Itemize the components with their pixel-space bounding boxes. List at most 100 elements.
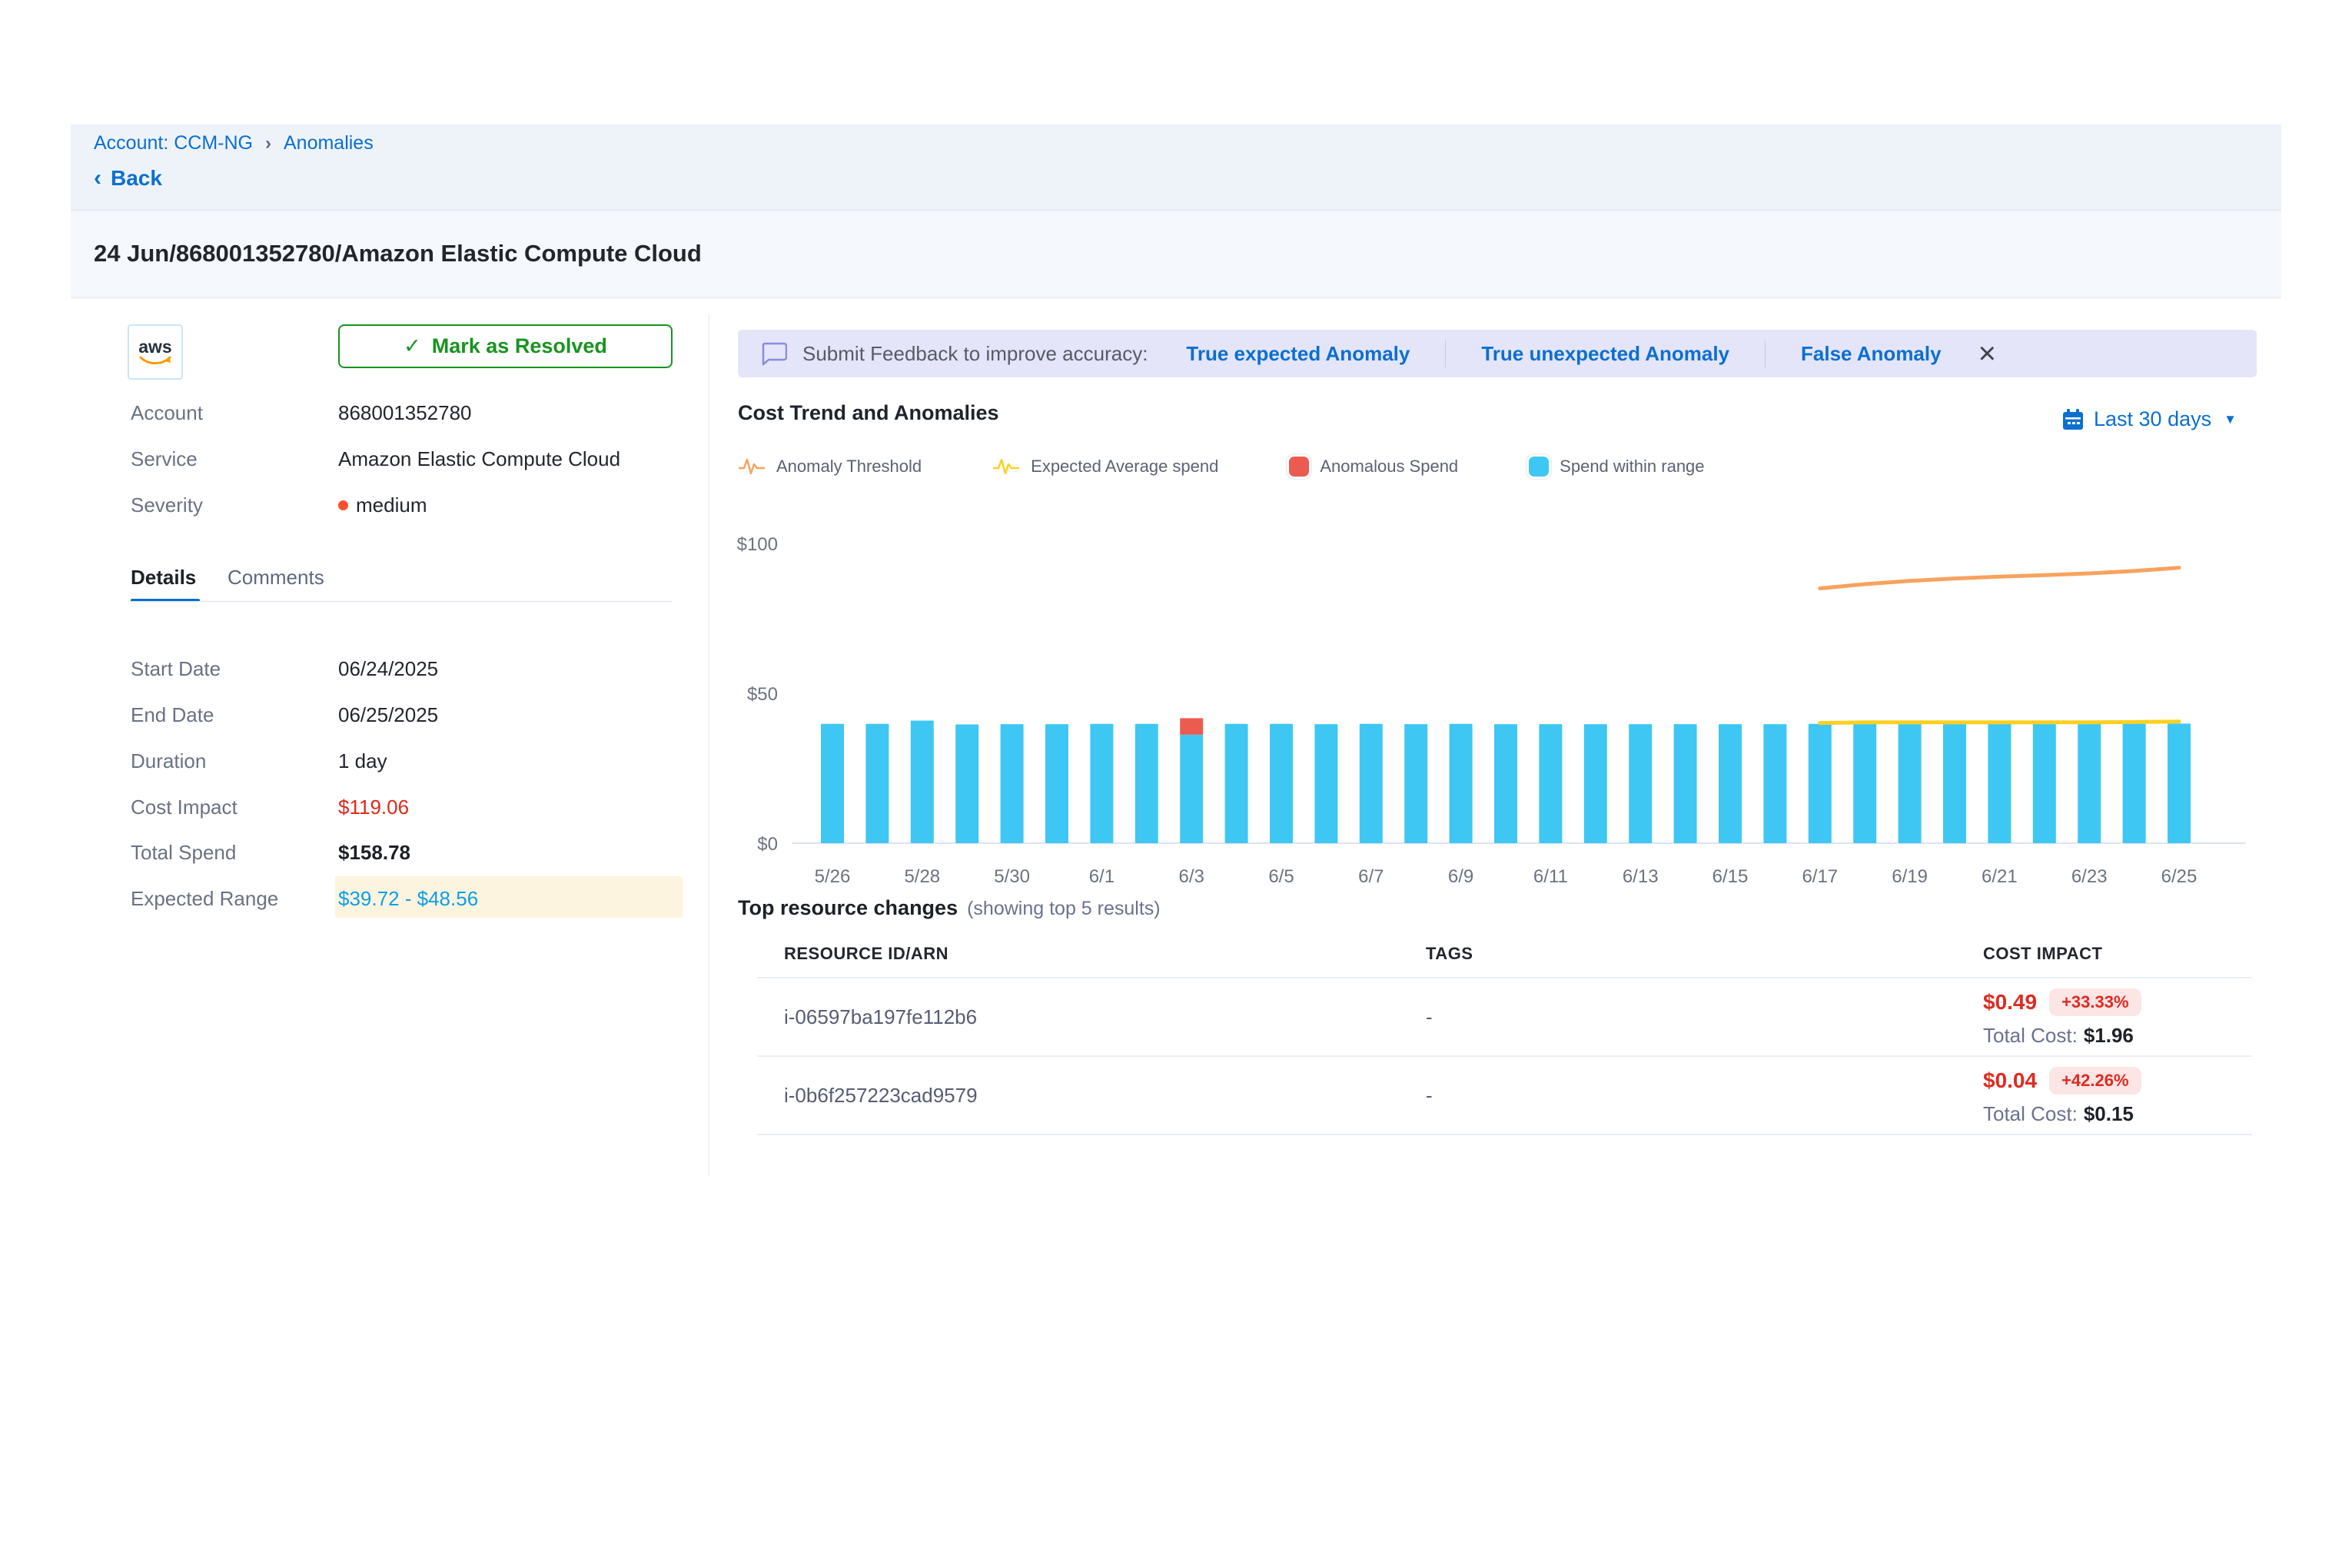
bar-6/14[interactable]: [1674, 724, 1697, 843]
x-axis-tick: 6/25: [2161, 866, 2198, 887]
feedback-bubble-icon: [761, 341, 787, 366]
date-range-label: Last 30 days: [2094, 407, 2211, 431]
breadcrumb: Account: CCM-NG › Anomalies: [94, 132, 374, 154]
x-axis-tick: 6/9: [1448, 866, 1473, 887]
account-value: 868001352780: [338, 401, 472, 426]
bar-5/29[interactable]: [955, 725, 978, 843]
cost-impact-cell: $0.49 +33.33%: [1983, 988, 2141, 1016]
bar-6/9[interactable]: [1450, 724, 1473, 843]
bar-6/7[interactable]: [1360, 724, 1383, 843]
tab-comments[interactable]: Comments: [228, 566, 324, 590]
bar-6/11[interactable]: [1539, 724, 1562, 843]
breadcrumb-account-link[interactable]: Account: CCM-NG: [94, 132, 253, 154]
bar-6/2[interactable]: [1135, 724, 1158, 843]
bar-6/20[interactable]: [1943, 724, 1966, 843]
severity-value: medium: [338, 493, 427, 518]
legend-item-anomaly-threshold: Anomaly Threshold: [738, 457, 922, 477]
bar-6/4[interactable]: [1225, 724, 1248, 843]
bar-6/1[interactable]: [1090, 724, 1113, 843]
x-axis-tick: 6/13: [1623, 866, 1659, 887]
cost-impact-cell: $0.04 +42.26%: [1983, 1067, 2141, 1095]
expected-average-line: [1820, 722, 2179, 723]
resource-table-title-sub: (showing top 5 results): [967, 898, 1161, 919]
summary-row-service: Service Amazon Elastic Compute Cloud: [131, 447, 699, 472]
breadcrumb-band: Account: CCM-NG › Anomalies ‹ Back: [71, 125, 2281, 211]
total-cost: Total Cost:$0.15: [1983, 1102, 2134, 1126]
table-separator: [757, 1134, 2252, 1135]
x-axis-tick: 6/17: [1802, 866, 1838, 887]
detail-value: $158.78: [338, 841, 410, 865]
resource-tags: -: [1426, 1084, 1433, 1108]
detail-row-total-spend: Total Spend$158.78: [131, 839, 699, 865]
column-header-cost-impact: COST IMPACT: [1983, 944, 2102, 964]
detail-value: 06/25/2025: [338, 703, 438, 727]
x-axis-tick: 5/30: [994, 866, 1030, 887]
detail-label: Expected Range: [131, 887, 338, 911]
detail-row-expected-range: Expected Range$39.72 - $48.56: [131, 885, 699, 912]
feedback-option-true-expected[interactable]: True expected Anomaly: [1186, 342, 1410, 366]
table-row[interactable]: i-0b6f257223cad9579 - $0.04 +42.26% Tota…: [757, 1056, 2252, 1134]
bar-6/18[interactable]: [1853, 724, 1876, 843]
summary-row-severity: Severity medium: [131, 493, 699, 518]
x-axis-tick: 6/23: [2071, 866, 2108, 887]
anomalous-spend-segment-6/3[interactable]: [1180, 718, 1203, 734]
aws-logo-text: aws: [138, 338, 171, 355]
y-axis-tick: $100: [737, 534, 778, 555]
table-row[interactable]: i-06597ba197fe112b6 - $0.49 +33.33% Tota…: [757, 978, 2252, 1055]
bar-6/17[interactable]: [1809, 724, 1832, 843]
detail-row-cost-impact: Cost Impact$119.06: [131, 794, 699, 820]
bar-6/12[interactable]: [1584, 724, 1607, 843]
bar-5/30[interactable]: [1001, 724, 1024, 843]
bar-6/16[interactable]: [1763, 724, 1786, 843]
bar-6/25[interactable]: [2168, 723, 2191, 843]
bar-5/26[interactable]: [821, 724, 844, 843]
resource-id: i-0b6f257223cad9579: [784, 1084, 978, 1108]
feedback-close-icon[interactable]: ×: [1978, 338, 1996, 369]
bar-6/8[interactable]: [1404, 724, 1427, 843]
x-axis-tick: 6/21: [1982, 866, 2018, 887]
resource-tags: -: [1426, 1005, 1433, 1029]
detail-value: $119.06: [338, 796, 409, 819]
date-range-selector[interactable]: Last 30 days ▼: [2061, 407, 2237, 431]
legend-square-icon: [1289, 457, 1309, 477]
bar-6/5[interactable]: [1270, 724, 1293, 843]
tab-details[interactable]: Details: [131, 566, 196, 590]
legend-square-icon: [1529, 457, 1549, 477]
cost-trend-chart: $0$50$1005/265/285/306/16/36/56/76/96/11…: [723, 517, 2260, 895]
bar-6/22[interactable]: [2033, 723, 2056, 843]
x-axis-tick: 5/28: [904, 866, 940, 887]
bar-6/21[interactable]: [1988, 723, 2011, 843]
bar-5/27[interactable]: [865, 724, 889, 843]
feedback-separator: [1765, 340, 1766, 367]
bar-6/15[interactable]: [1719, 724, 1742, 843]
feedback-prompt: Submit Feedback to improve accuracy:: [802, 342, 1148, 366]
detail-row-end-date: End Date06/25/2025: [131, 702, 699, 728]
bar-6/6[interactable]: [1314, 724, 1337, 843]
bar-6/23[interactable]: [2078, 723, 2101, 843]
bar-6/19[interactable]: [1899, 724, 1922, 843]
bar-6/13[interactable]: [1629, 724, 1652, 843]
bar-5/31[interactable]: [1045, 724, 1068, 843]
feedback-option-false-anomaly[interactable]: False Anomaly: [1801, 342, 1942, 366]
feedback-option-true-unexpected[interactable]: True unexpected Anomaly: [1481, 342, 1729, 366]
cost-impact-percent-badge: +42.26%: [2049, 1067, 2141, 1095]
summary-row-account: Account 868001352780: [131, 401, 699, 426]
x-axis-tick: 5/26: [815, 866, 851, 887]
mark-as-resolved-button[interactable]: ✓ Mark as Resolved: [338, 324, 673, 368]
breadcrumb-anomalies-link[interactable]: Anomalies: [284, 132, 374, 154]
x-axis-tick: 6/19: [1892, 866, 1928, 887]
detail-label: Duration: [131, 749, 338, 773]
bar-6/24[interactable]: [2123, 723, 2146, 843]
service-label: Service: [131, 447, 338, 472]
back-button[interactable]: ‹ Back: [94, 166, 162, 191]
caret-down-icon: ▼: [2224, 412, 2237, 427]
x-axis-tick: 6/1: [1089, 866, 1115, 887]
cost-impact-amount: $0.04: [1983, 1068, 2037, 1093]
feedback-separator: [1445, 340, 1446, 367]
bar-6/10[interactable]: [1494, 724, 1517, 843]
bar-6/3[interactable]: [1180, 735, 1203, 843]
bar-5/28[interactable]: [911, 720, 934, 843]
tab-divider: [131, 601, 673, 602]
severity-dot-icon: [338, 500, 348, 510]
column-header-tags: TAGS: [1426, 944, 1473, 964]
